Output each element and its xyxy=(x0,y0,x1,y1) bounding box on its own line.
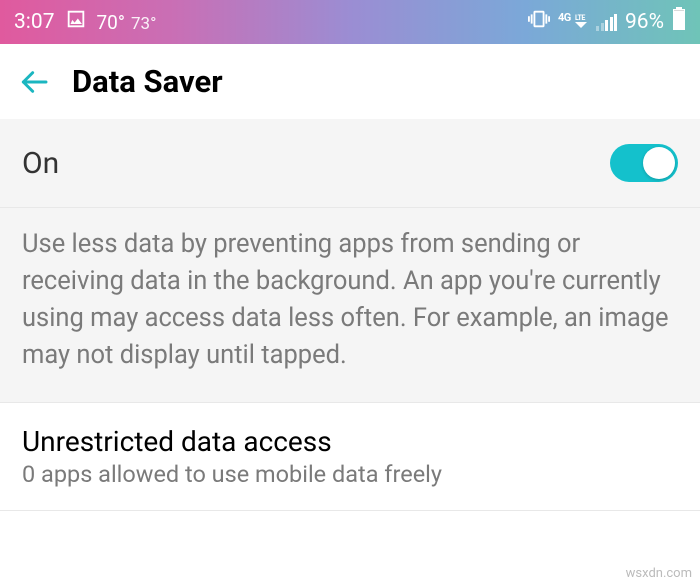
toggle-state-label: On xyxy=(22,146,59,181)
temp-primary: 70° xyxy=(97,11,125,34)
toggle-knob xyxy=(643,147,675,179)
status-right-group: 4G LTE 96% xyxy=(528,7,686,37)
unrestricted-subtitle: 0 apps allowed to use mobile data freely xyxy=(22,460,678,488)
signal-strength-icon xyxy=(596,13,617,31)
data-saver-toggle-switch[interactable] xyxy=(610,144,678,182)
unrestricted-title: Unrestricted data access xyxy=(22,425,678,458)
data-saver-toggle-row[interactable]: On xyxy=(0,119,700,208)
picture-icon xyxy=(65,8,87,36)
battery-percent: 96% xyxy=(625,10,664,34)
battery-icon xyxy=(672,7,686,37)
status-temperature: 70° 73° xyxy=(97,11,157,34)
vibrate-icon xyxy=(528,8,550,36)
back-arrow-icon[interactable] xyxy=(18,66,50,98)
status-bar: 3:07 70° 73° 4G LTE 96% xyxy=(0,0,700,44)
svg-text:LTE: LTE xyxy=(575,14,585,22)
temp-secondary: 73° xyxy=(131,14,156,34)
unrestricted-data-access-row[interactable]: Unrestricted data access 0 apps allowed … xyxy=(0,403,700,511)
app-header: Data Saver xyxy=(0,44,700,119)
page-title: Data Saver xyxy=(72,63,223,100)
svg-text:4G: 4G xyxy=(558,11,571,24)
status-time: 3:07 xyxy=(14,10,55,34)
status-left-group: 3:07 70° 73° xyxy=(14,8,156,36)
watermark-text: wsxdn.com xyxy=(626,566,692,581)
network-type-icon: 4G LTE xyxy=(558,11,588,33)
description-text: Use less data by preventing apps from se… xyxy=(22,226,678,374)
description-section: Use less data by preventing apps from se… xyxy=(0,208,700,403)
